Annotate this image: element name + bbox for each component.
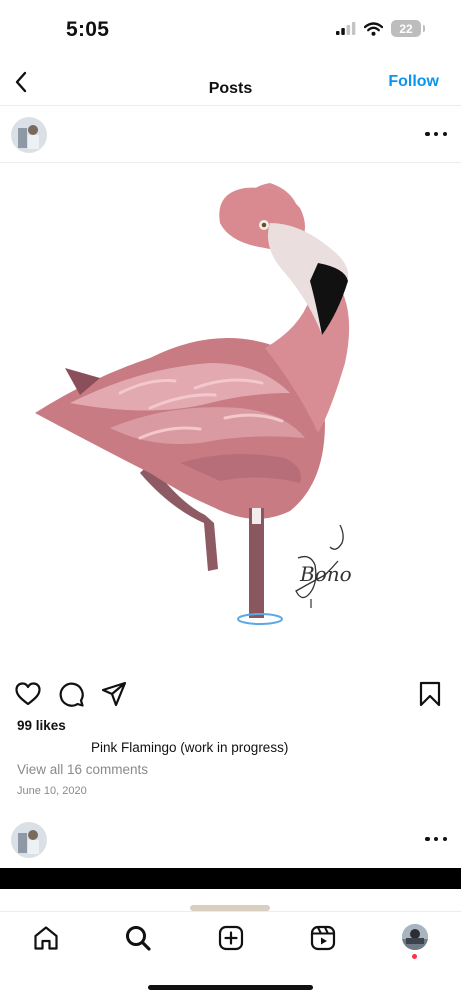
tab-search[interactable] [124,924,152,952]
artist-signature: Bono [299,562,352,586]
comment-button[interactable] [57,680,85,708]
tab-profile[interactable] [402,924,428,950]
reels-icon [310,925,336,951]
post-image[interactable]: Bono [0,163,461,660]
create-icon [218,925,244,951]
post-caption: Pink Flamingo (work in progress) [91,740,289,755]
next-author-avatar[interactable] [11,822,47,858]
cellular-signal-icon [336,22,356,35]
tab-home[interactable] [32,924,60,952]
share-icon [101,681,127,707]
battery-icon: 22 [391,20,425,37]
heart-icon [15,682,41,706]
like-button[interactable] [14,680,42,708]
home-icon [34,926,58,950]
save-button[interactable] [416,680,444,708]
follow-button[interactable]: Follow [388,73,439,91]
next-post-image[interactable] [0,868,461,889]
tab-reels[interactable] [309,924,337,952]
home-indicator[interactable] [148,985,313,990]
status-icons: 22 [336,20,425,37]
share-button[interactable] [100,680,128,708]
next-more-options-button[interactable] [425,836,447,842]
view-comments-link[interactable]: View all 16 comments [17,762,148,777]
nav-divider [0,105,461,106]
more-horizontal-icon [425,836,430,842]
profile-avatar [402,924,428,950]
tab-create[interactable] [217,924,245,952]
author-avatar[interactable] [11,117,47,153]
likes-count[interactable]: 99 likes [17,718,66,733]
notification-dot [412,954,417,959]
bookmark-icon [419,681,441,707]
search-icon [126,926,151,951]
status-time: 5:05 [66,18,110,41]
comment-icon [59,682,84,707]
wifi-icon [364,21,383,36]
more-options-button[interactable] [425,131,447,137]
post-date: June 10, 2020 [17,785,87,797]
more-horizontal-icon [425,131,430,137]
